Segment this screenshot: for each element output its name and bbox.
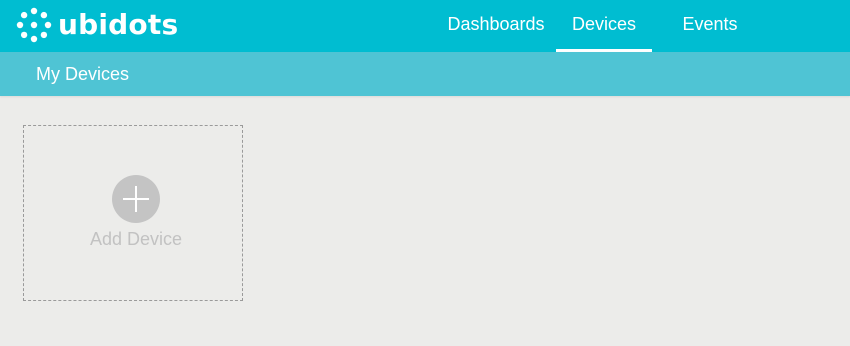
plus-circle-icon[interactable] bbox=[112, 175, 160, 223]
nav-devices[interactable]: Devices bbox=[556, 0, 652, 52]
nav-events[interactable]: Events bbox=[666, 0, 754, 52]
subheader-bar: My Devices bbox=[0, 52, 850, 96]
page-title: My Devices bbox=[36, 64, 130, 84]
ubidots-logo[interactable]: ubidots bbox=[16, 7, 178, 43]
logo-text: ubidots bbox=[58, 8, 179, 41]
add-device-label[interactable]: Add Device bbox=[23, 227, 249, 251]
top-navbar: ubidots Dashboards Devices Events bbox=[0, 0, 850, 52]
ubidots-dots-logo-icon bbox=[16, 7, 52, 43]
nav-dashboards[interactable]: Dashboards bbox=[440, 0, 552, 52]
